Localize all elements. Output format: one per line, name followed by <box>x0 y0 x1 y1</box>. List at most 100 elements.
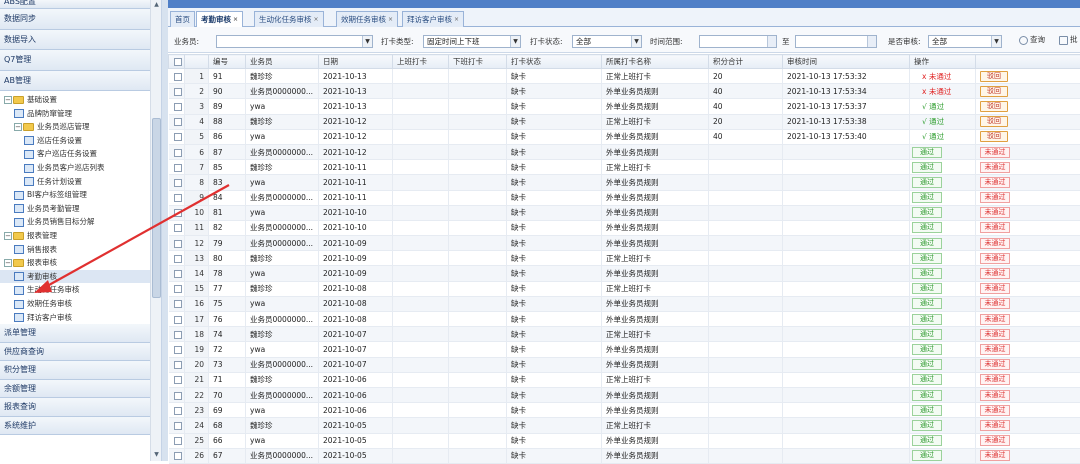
row-select-cell[interactable] <box>169 418 185 433</box>
table-row[interactable]: 883ywa2021-10-11缺卡外单业务员规则通过未通过 <box>169 175 1080 190</box>
row-checkbox[interactable] <box>174 300 182 308</box>
row-checkbox[interactable] <box>174 452 182 460</box>
table-row[interactable]: 389ywa2021-10-13缺卡外单业务员规则402021-10-13 17… <box>169 99 1080 114</box>
time-to-input[interactable] <box>795 35 877 48</box>
sidebar-scroll-thumb[interactable] <box>152 118 161 298</box>
table-row[interactable]: 984业务员0000000...2021-10-11缺卡外单业务员规则通过未通过 <box>169 190 1080 205</box>
approve-button[interactable]: 通过 <box>912 435 942 446</box>
fail-button[interactable]: 未通过 <box>980 268 1010 279</box>
fail-button[interactable]: 未通过 <box>980 238 1010 249</box>
row-select-cell[interactable] <box>169 251 185 266</box>
tree-item[interactable]: 任务计划设置 <box>0 175 82 188</box>
approve-button[interactable]: 通过 <box>912 147 942 158</box>
approve-button[interactable]: 通过 <box>912 177 942 188</box>
table-row[interactable]: 2667业务员0000000...2021-10-05缺卡外单业务员规则通过未通… <box>169 448 1080 463</box>
row-select-cell[interactable] <box>169 220 185 235</box>
tree-item[interactable]: −业务员巡店管理 <box>0 120 90 133</box>
table-row[interactable]: 488魏珍珍2021-10-12缺卡正常上班打卡202021-10-13 17:… <box>169 114 1080 129</box>
row-select-cell[interactable] <box>169 327 185 342</box>
fail-button[interactable]: 未通过 <box>980 420 1010 431</box>
approve-button[interactable]: 通过 <box>912 450 942 461</box>
row-select-cell[interactable] <box>169 205 185 220</box>
table-row[interactable]: 1380魏珍珍2021-10-09缺卡正常上班打卡通过未通过 <box>169 251 1080 266</box>
row-checkbox[interactable] <box>174 376 182 384</box>
sidebar-section-1[interactable]: 数据同步 <box>0 9 161 30</box>
approve-button[interactable]: 通过 <box>912 314 942 325</box>
row-checkbox[interactable] <box>174 331 182 339</box>
row-checkbox[interactable] <box>174 224 182 232</box>
sidebar-section-0[interactable]: ABS配置 <box>0 0 161 9</box>
fail-button[interactable]: 未通过 <box>980 405 1010 416</box>
approve-button[interactable]: 通过 <box>912 359 942 370</box>
table-row[interactable]: 2270业务员0000000...2021-10-06缺卡外单业务员规则通过未通… <box>169 387 1080 402</box>
fail-button[interactable]: 未通过 <box>980 298 1010 309</box>
tree-item[interactable]: 业务员客户巡店列表 <box>0 161 105 174</box>
time-from-input[interactable] <box>699 35 777 48</box>
row-select-cell[interactable] <box>169 296 185 311</box>
table-row[interactable]: 2073业务员0000000...2021-10-07缺卡外单业务员规则通过未通… <box>169 357 1080 372</box>
approve-button[interactable]: 通过 <box>912 344 942 355</box>
fail-button[interactable]: 未通过 <box>980 314 1010 325</box>
sidebar-section-4[interactable]: AB管理 <box>0 71 161 92</box>
row-select-cell[interactable] <box>169 160 185 175</box>
collapse-icon[interactable]: − <box>14 123 22 131</box>
close-icon[interactable]: × <box>233 16 238 23</box>
approve-button[interactable]: 通过 <box>912 207 942 218</box>
fail-button[interactable]: 未通过 <box>980 374 1010 385</box>
row-select-cell[interactable] <box>169 236 185 251</box>
reject-button[interactable]: 驳回 <box>980 86 1008 97</box>
tab-0[interactable]: 首页 <box>170 11 195 27</box>
row-select-cell[interactable] <box>169 266 185 281</box>
sidebar-section-bottom-1[interactable]: 供应商查询 <box>0 343 161 362</box>
row-select-cell[interactable] <box>169 190 185 205</box>
sidebar-section-3[interactable]: Q7管理 <box>0 50 161 71</box>
table-row[interactable]: 1874魏珍珍2021-10-07缺卡正常上班打卡通过未通过 <box>169 327 1080 342</box>
chevron-down-icon[interactable]: ▼ <box>510 36 520 47</box>
tree-item[interactable]: BI客户标签组管理 <box>0 188 87 201</box>
approved-select[interactable]: 全部▼ <box>928 35 1002 48</box>
row-select-cell[interactable] <box>169 403 185 418</box>
tree-item[interactable]: 客户巡店任务设置 <box>0 147 97 160</box>
approve-button[interactable]: 通过 <box>912 192 942 203</box>
table-row[interactable]: 1081ywa2021-10-10缺卡外单业务员规则通过未通过 <box>169 205 1080 220</box>
fail-button[interactable]: 未通过 <box>980 147 1010 158</box>
table-row[interactable]: 290业务员0000000...2021-10-13缺卡外单业务员规则40202… <box>169 84 1080 99</box>
row-select-cell[interactable] <box>169 69 185 84</box>
approve-button[interactable]: 通过 <box>912 162 942 173</box>
table-row[interactable]: 191魏珍珍2021-10-13缺卡正常上班打卡202021-10-13 17:… <box>169 69 1080 84</box>
sidebar-section-2[interactable]: 数据导入 <box>0 30 161 51</box>
approve-button[interactable]: 通过 <box>912 405 942 416</box>
table-row[interactable]: 687业务员0000000...2021-10-12缺卡外单业务员规则通过未通过 <box>169 144 1080 159</box>
row-checkbox[interactable] <box>174 164 182 172</box>
approve-button[interactable]: 通过 <box>912 298 942 309</box>
row-checkbox[interactable] <box>174 346 182 354</box>
approve-button[interactable]: 通过 <box>912 390 942 401</box>
fail-button[interactable]: 未通过 <box>980 390 1010 401</box>
row-select-cell[interactable] <box>169 342 185 357</box>
row-checkbox[interactable] <box>174 422 182 430</box>
scroll-down-icon[interactable]: ▼ <box>152 451 161 460</box>
row-checkbox[interactable] <box>174 209 182 217</box>
approve-button[interactable]: 通过 <box>912 253 942 264</box>
table-row[interactable]: 1972ywa2021-10-07缺卡外单业务员规则通过未通过 <box>169 342 1080 357</box>
punch-type-select[interactable]: 固定时间上下班▼ <box>423 35 521 48</box>
row-checkbox[interactable] <box>174 149 182 157</box>
tab-3[interactable]: 效期任务审核× <box>336 11 398 27</box>
fail-button[interactable]: 未通过 <box>980 177 1010 188</box>
approve-button[interactable]: 通过 <box>912 420 942 431</box>
fail-button[interactable]: 未通过 <box>980 329 1010 340</box>
tree-item[interactable]: 销售报表 <box>0 243 57 256</box>
tab-2[interactable]: 生动化任务审核× <box>254 11 324 27</box>
row-checkbox[interactable] <box>174 133 182 141</box>
batch-button[interactable]: 批 <box>1059 34 1078 45</box>
tree-item[interactable]: −报表审核 <box>0 256 57 269</box>
table-row[interactable]: 1279业务员0000000...2021-10-09缺卡外单业务员规则通过未通… <box>169 236 1080 251</box>
approve-button[interactable]: 通过 <box>912 238 942 249</box>
row-checkbox[interactable] <box>174 392 182 400</box>
approve-button[interactable]: 通过 <box>912 268 942 279</box>
reject-button[interactable]: 驳回 <box>980 116 1008 127</box>
row-select-cell[interactable] <box>169 144 185 159</box>
fail-button[interactable]: 未通过 <box>980 207 1010 218</box>
table-row[interactable]: 2566ywa2021-10-05缺卡外单业务员规则通过未通过 <box>169 433 1080 448</box>
chevron-down-icon[interactable]: ▼ <box>362 36 372 47</box>
